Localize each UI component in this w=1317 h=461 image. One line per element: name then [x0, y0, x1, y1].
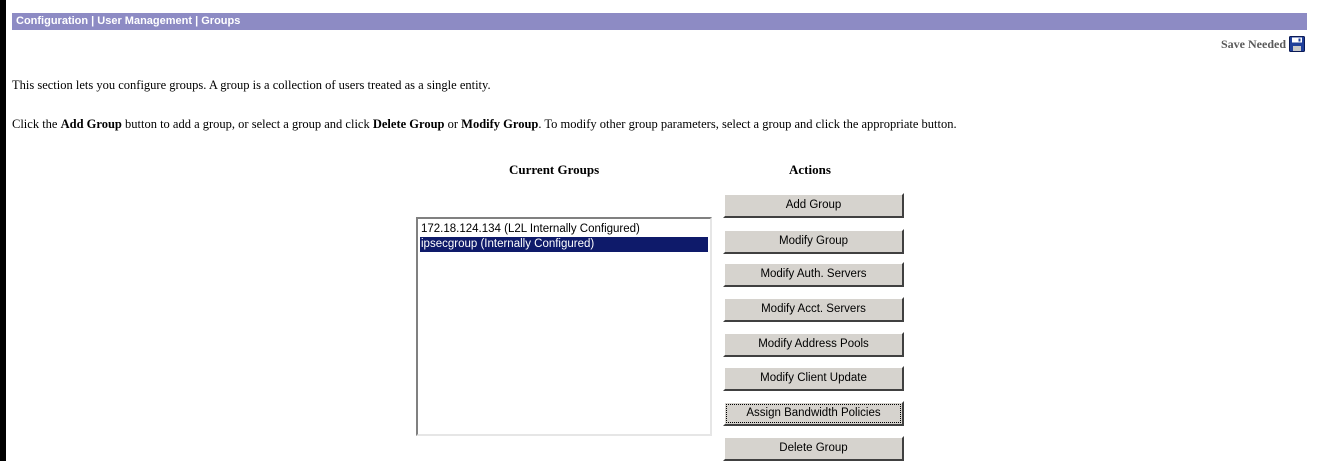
- modify-client-update-button[interactable]: Modify Client Update: [723, 366, 904, 391]
- instructions-modify-group: Modify Group: [461, 117, 539, 131]
- instructions-delete-group: Delete Group: [372, 117, 445, 131]
- add-group-button[interactable]: Add Group: [723, 193, 904, 218]
- instructions-part: button to add a group, or select a group…: [121, 117, 373, 131]
- modify-group-button[interactable]: Modify Group: [723, 229, 904, 254]
- instructions-text: Click the Add Group button to add a grou…: [12, 117, 957, 132]
- intro-text: This section lets you configure groups. …: [12, 78, 491, 92]
- current-groups-listbox[interactable]: 172.18.124.134 (L2L Internally Configure…: [416, 217, 712, 436]
- instructions-part: . To modify other group parameters, sele…: [538, 117, 957, 131]
- group-list-item[interactable]: 172.18.124.134 (L2L Internally Configure…: [420, 222, 708, 237]
- disk-icon[interactable]: [1289, 36, 1305, 52]
- modify-acct-servers-button[interactable]: Modify Acct. Servers: [723, 297, 904, 322]
- current-groups-heading: Current Groups: [509, 162, 600, 177]
- instructions-part: or: [444, 117, 462, 131]
- modify-auth-servers-button[interactable]: Modify Auth. Servers: [723, 262, 904, 287]
- group-list-item-selected[interactable]: ipsecgroup (Internally Configured): [420, 237, 708, 252]
- modify-address-pools-button[interactable]: Modify Address Pools: [723, 332, 904, 357]
- instructions-add-group: Add Group: [60, 117, 122, 131]
- delete-group-button[interactable]: Delete Group: [723, 436, 904, 461]
- save-needed-label: Save Needed: [1221, 36, 1286, 51]
- window-left-border: [0, 0, 6, 461]
- save-needed-link[interactable]: Save Needed: [1221, 34, 1305, 54]
- instructions-part: Click the: [12, 117, 61, 131]
- assign-bandwidth-policies-button[interactable]: Assign Bandwidth Policies: [723, 401, 904, 426]
- breadcrumb: Configuration | User Management | Groups: [12, 13, 1307, 30]
- actions-heading: Actions: [789, 162, 831, 177]
